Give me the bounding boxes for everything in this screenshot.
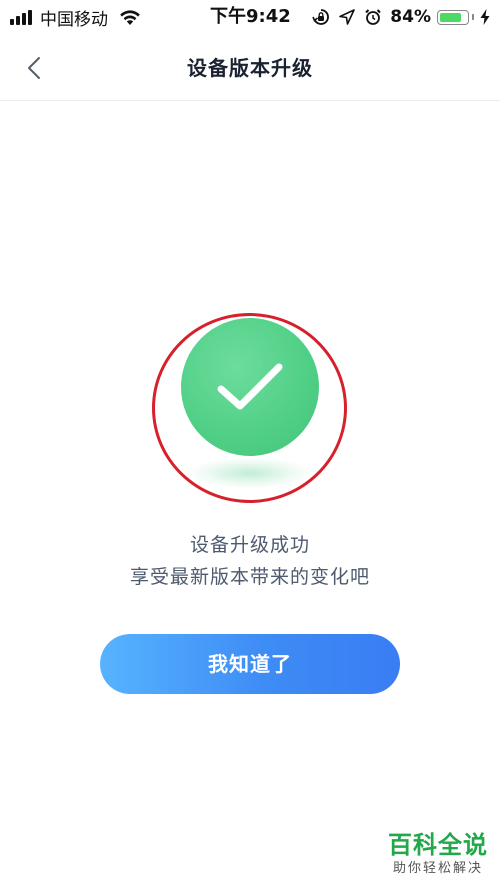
- carrier-name: 中国移动: [40, 9, 108, 30]
- wifi-icon: [120, 10, 140, 25]
- battery-cap: [472, 14, 474, 20]
- confirm-button[interactable]: 我知道了: [100, 634, 400, 694]
- battery-icon: [437, 9, 469, 25]
- page-title: 设备版本升级: [187, 56, 313, 80]
- status-bar-right: 84%: [312, 5, 490, 29]
- success-message: 设备升级成功: [189, 534, 310, 556]
- battery-percent: 84%: [390, 7, 431, 27]
- status-bar: 中国移动 下午9:42 84%: [0, 0, 500, 34]
- battery-level-fill: [440, 12, 461, 22]
- nav-bar: 设备版本升级: [0, 34, 500, 101]
- annotation-circle: [152, 313, 347, 503]
- location-icon: [339, 9, 356, 25]
- signal-icon: [10, 9, 34, 25]
- status-bar-left: 中国移动: [10, 5, 142, 30]
- watermark-logo: 百科全说 助你轻松解决: [388, 830, 488, 878]
- rotation-lock-icon: [312, 9, 330, 25]
- status-time: 下午9:42: [210, 6, 291, 27]
- success-submessage: 享受最新版本带来的变化吧: [129, 566, 370, 588]
- alarm-icon: [365, 9, 382, 25]
- watermark-subtitle: 助你轻松解决: [392, 861, 483, 876]
- watermark-title: 百科全说: [388, 831, 488, 859]
- charging-icon: [480, 9, 490, 25]
- upgrade-result-screen: 中国移动 下午9:42 84% 设备版本升级 设备升级成功 享受最新版本带来的变…: [0, 0, 500, 888]
